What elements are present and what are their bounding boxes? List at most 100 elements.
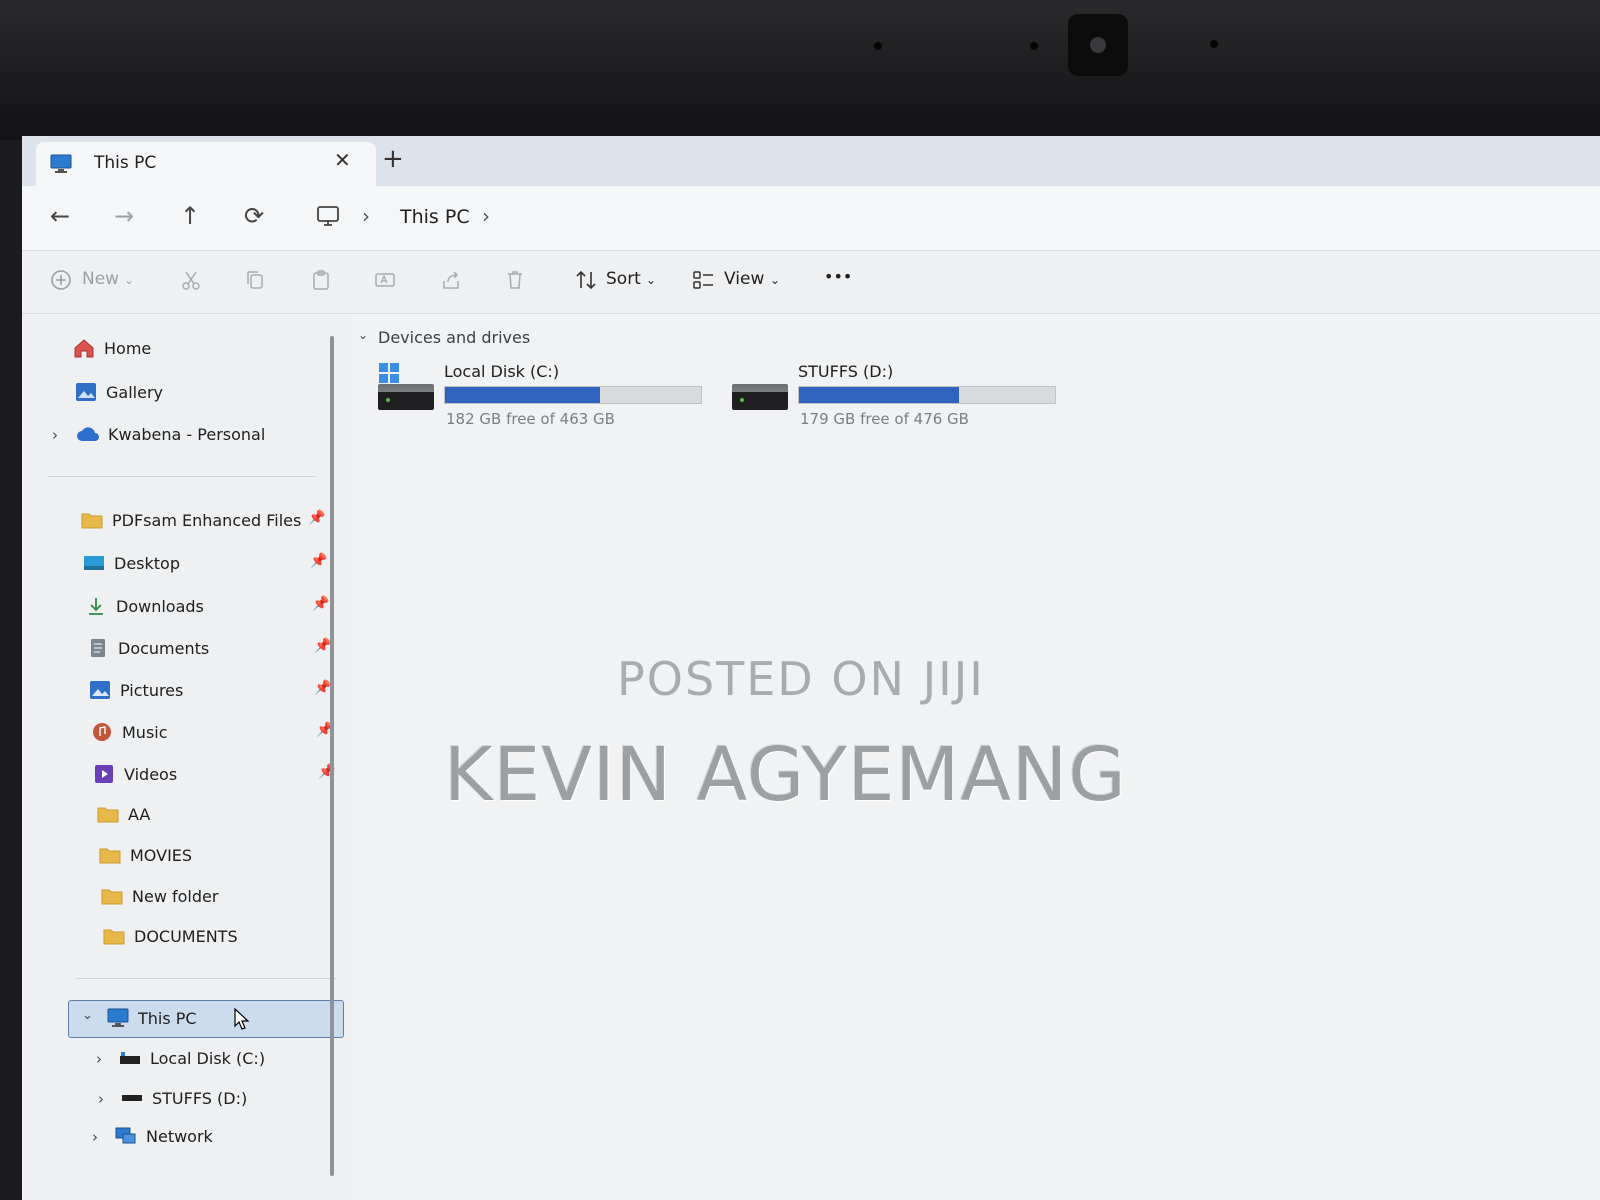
monitor-icon[interactable] [316,204,340,228]
drive-tile-d[interactable]: STUFFS (D:) 179 GB free of 476 GB [726,358,1066,438]
music-icon [90,721,114,743]
share-icon[interactable] [440,269,462,291]
sort-button[interactable]: Sort [606,269,641,289]
sidebar-item-label: Home [104,338,152,358]
forward-arrow-icon[interactable]: → [114,202,134,230]
navigation-bar: ← → ↑ ⟳ › This PC › [22,186,1600,251]
drive-usage-bar [444,386,702,404]
sidebar-item-label: PDFsam Enhanced Files [112,510,302,530]
sidebar-item-label: New folder [132,886,219,906]
expand-chevron-icon[interactable]: › [98,1090,104,1108]
sidebar-item-stuffs-d[interactable]: STUFFS (D:) [120,1080,247,1116]
new-dropdown-chevron-icon[interactable]: ⌄ [124,273,134,287]
delete-icon[interactable] [504,269,526,291]
sidebar-item-folder-new-folder[interactable]: New folder [100,878,218,914]
sidebar-item-label: This PC [138,1008,197,1028]
more-options-icon[interactable]: ••• [824,267,852,286]
view-button[interactable]: View [724,269,764,289]
up-arrow-icon[interactable]: ↑ [180,202,200,230]
add-icon [51,270,71,290]
sort-chevron-icon[interactable]: ⌄ [646,273,656,287]
webcam [1068,14,1128,76]
sidebar-item-network[interactable]: Network [114,1118,213,1154]
home-icon [72,337,96,359]
bezel-sensor [874,42,882,50]
sidebar-item-label: Desktop [114,553,180,573]
sidebar-item-folder-documents[interactable]: DOCUMENTS [102,918,238,954]
hard-drive-icon [378,384,434,410]
drive-usage-fill [445,387,601,403]
sidebar-item-label: Kwabena - Personal [108,424,266,444]
drive-name: Local Disk (C:) [444,362,560,381]
bezel-sensor [1210,40,1218,48]
sidebar-item-documents[interactable]: Documents [86,630,209,666]
windows-logo-icon [379,363,399,383]
sidebar-divider [76,978,336,979]
pin-icon[interactable]: 📌 [310,553,327,569]
sidebar-item-folder-aa[interactable]: AA [96,796,150,832]
laptop-bezel [0,0,1600,140]
this-pc-icon [50,154,72,173]
drive-name: STUFFS (D:) [798,362,894,381]
pin-icon[interactable]: 📌 [314,638,331,654]
sidebar-item-gallery[interactable]: Gallery [74,374,163,410]
sidebar-scrollbar[interactable] [330,336,334,1176]
network-icon [114,1125,138,1147]
sidebar-item-videos[interactable]: Videos [92,756,177,792]
sidebar-item-downloads[interactable]: Downloads [84,588,204,624]
pin-icon[interactable]: 📌 [308,510,325,526]
sidebar-item-pictures[interactable]: Pictures [88,672,183,708]
expand-chevron-icon[interactable]: › [52,426,58,444]
sidebar-item-local-disk-c[interactable]: Local Disk (C:) [118,1040,265,1076]
folder-icon [102,925,126,947]
breadcrumb-separator-icon: › [362,204,370,228]
expand-chevron-icon[interactable]: › [96,1050,102,1068]
tab-title: This PC [94,153,157,173]
watermark-line-1: POSTED ON JIJI [617,652,985,706]
bezel-sensor [1030,42,1038,50]
refresh-icon[interactable]: ⟳ [244,202,264,230]
group-collapse-chevron-icon[interactable]: ⌄ [358,328,368,342]
tab-bar: This PC ✕ + [22,136,1600,186]
gallery-icon [74,381,98,403]
sidebar-item-desktop[interactable]: Desktop [82,545,180,581]
new-tab-button[interactable]: + [382,144,404,174]
sidebar-item-label: AA [128,804,151,824]
sidebar-item-onedrive[interactable]: Kwabena - Personal [76,416,265,452]
pin-icon[interactable]: 📌 [314,680,331,696]
command-bar: New ⌄ Sort ⌄ View ⌄ ••• [22,251,1600,314]
drive-icon [118,1047,142,1069]
hard-drive-icon [732,384,788,410]
breadcrumb-this-pc[interactable]: This PC [400,206,470,228]
watermark-line-2: KEVIN AGYEMANG [444,732,1127,818]
group-header[interactable]: Devices and drives [378,328,530,347]
download-icon [84,595,108,617]
sidebar-item-folder-movies[interactable]: MOVIES [98,837,192,873]
breadcrumb-chevron-icon[interactable]: › [482,204,490,228]
folder-icon [80,509,104,531]
rename-icon[interactable] [374,269,396,291]
drive-icon [120,1087,144,1109]
back-arrow-icon[interactable]: ← [50,202,70,230]
drive-tile-c[interactable]: Local Disk (C:) 182 GB free of 463 GB [372,358,712,438]
folder-icon [98,844,122,866]
expand-chevron-icon[interactable]: › [92,1128,98,1146]
paste-icon[interactable] [310,269,332,291]
sidebar-item-home[interactable]: Home [72,330,151,366]
pin-icon[interactable]: 📌 [312,596,329,612]
close-tab-icon[interactable]: ✕ [334,148,351,172]
view-chevron-icon[interactable]: ⌄ [770,273,780,287]
drive-free-space: 179 GB free of 476 GB [800,410,969,428]
collapse-chevron-icon[interactable]: ⌄ [82,1008,93,1023]
tab-this-pc[interactable]: This PC ✕ [36,142,376,186]
documents-icon [86,637,110,659]
sidebar-item-pdfsam[interactable]: PDFsam Enhanced Files [80,502,301,538]
view-icon [693,271,713,289]
sidebar-item-label: Pictures [120,680,184,700]
folder-icon [100,885,124,907]
copy-icon[interactable] [244,269,266,291]
cut-icon[interactable] [180,269,202,291]
sidebar-item-this-pc[interactable]: This PC [106,1000,197,1036]
sidebar-item-music[interactable]: Music [90,714,168,750]
new-button[interactable]: New [82,269,119,289]
